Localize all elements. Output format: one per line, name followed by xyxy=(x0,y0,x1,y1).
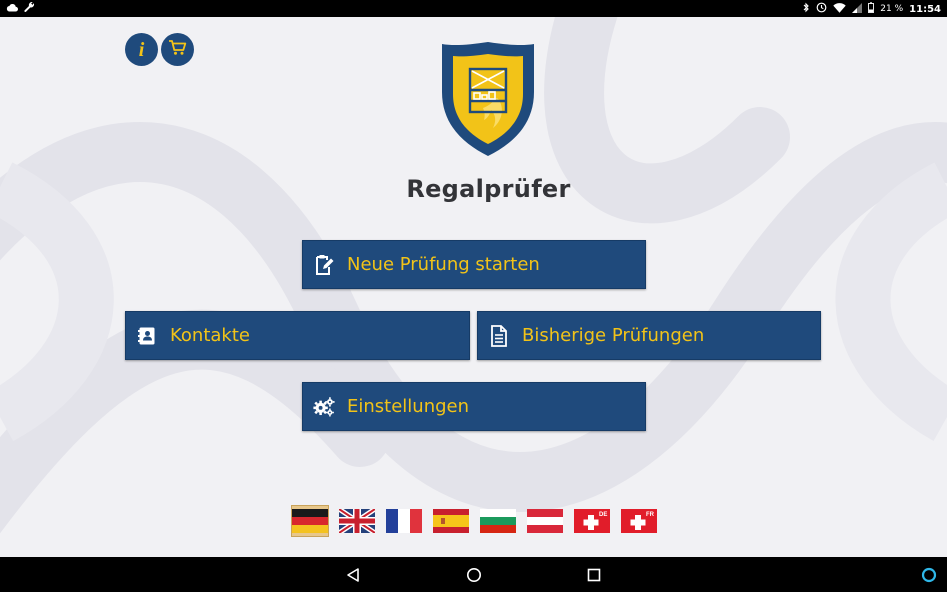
status-bar: 21 % 11:54 xyxy=(0,0,947,17)
document-icon xyxy=(488,324,510,348)
back-button[interactable] xyxy=(344,566,362,584)
flag-germany-icon xyxy=(292,509,328,533)
flag-uk-icon xyxy=(339,509,375,533)
previous-inspections-label: Bisherige Prüfungen xyxy=(522,325,705,346)
info-icon: i xyxy=(138,38,145,61)
assistant-button[interactable] xyxy=(920,566,938,584)
flag-france-icon xyxy=(386,509,422,533)
bluetooth-icon xyxy=(803,2,810,16)
home-button[interactable] xyxy=(465,566,483,584)
battery-percent: 21 % xyxy=(880,4,904,14)
flag-france-button[interactable] xyxy=(385,505,423,537)
wrench-icon xyxy=(24,2,35,16)
flag-austria-button[interactable] xyxy=(526,505,564,537)
new-inspection-label: Neue Prüfung starten xyxy=(347,254,540,275)
flag-austria-icon xyxy=(527,509,563,533)
flag-spain-icon xyxy=(433,509,469,533)
home-icon xyxy=(467,568,481,582)
flag-switzerland-de-icon: DE xyxy=(574,509,610,533)
wifi-icon xyxy=(833,2,846,16)
flag-germany-button[interactable] xyxy=(291,505,329,537)
clock: 11:54 xyxy=(909,3,941,15)
flag-badge-de: DE xyxy=(599,512,607,518)
cart-button[interactable] xyxy=(161,33,194,66)
cloud-icon xyxy=(6,3,19,15)
recents-button[interactable] xyxy=(585,566,603,584)
clipboard-edit-icon xyxy=(313,253,335,277)
app-logo xyxy=(439,40,537,158)
sync-icon xyxy=(816,2,827,16)
previous-inspections-button[interactable]: Bisherige Prüfungen xyxy=(477,311,821,360)
contacts-button[interactable]: Kontakte xyxy=(125,311,470,360)
contacts-label: Kontakte xyxy=(170,325,250,346)
signal-icon xyxy=(852,2,863,16)
new-inspection-button[interactable]: Neue Prüfung starten xyxy=(302,240,646,289)
address-book-icon xyxy=(136,324,158,348)
app-title: Regalprüfer xyxy=(406,175,571,203)
flag-switzerland-fr-icon: FR xyxy=(621,509,657,533)
cart-icon xyxy=(168,39,187,61)
flag-bulgaria-icon xyxy=(480,509,516,533)
navigation-bar xyxy=(0,557,947,592)
flag-bulgaria-button[interactable] xyxy=(479,505,517,537)
back-icon xyxy=(347,568,359,582)
info-button[interactable]: i xyxy=(125,33,158,66)
battery-icon xyxy=(868,2,875,16)
settings-label: Einstellungen xyxy=(347,396,470,417)
gears-icon xyxy=(313,395,335,419)
flag-spain-button[interactable] xyxy=(432,505,470,537)
flag-switzerland-de-button[interactable]: DE xyxy=(573,505,611,537)
flag-uk-button[interactable] xyxy=(338,505,376,537)
flag-badge-fr: FR xyxy=(646,512,655,518)
recents-icon xyxy=(587,568,601,582)
flag-switzerland-fr-button[interactable]: FR xyxy=(620,505,658,537)
settings-button[interactable]: Einstellungen xyxy=(302,382,646,431)
assistant-icon xyxy=(921,567,937,583)
language-selector: DE FR xyxy=(291,505,658,537)
